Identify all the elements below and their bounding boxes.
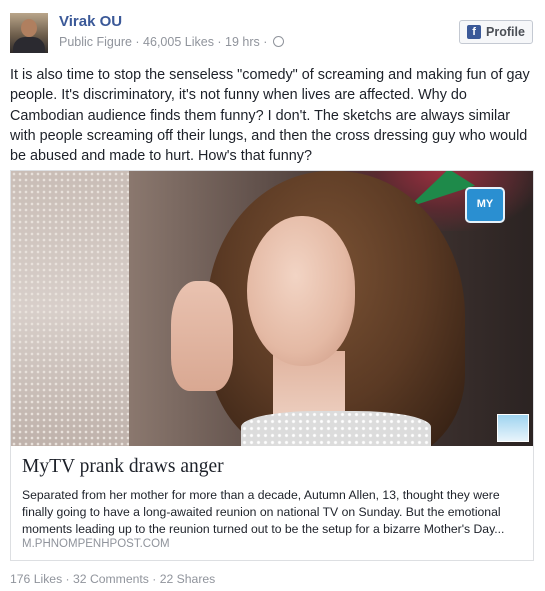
author-name[interactable]: Virak OU bbox=[59, 13, 122, 30]
dress-shape bbox=[241, 411, 431, 446]
author-avatar[interactable] bbox=[10, 13, 48, 53]
link-domain: M.PHNOMPENHPOST.COM bbox=[22, 538, 170, 550]
link-preview-image[interactable]: MY bbox=[11, 171, 533, 446]
engagement-stats[interactable]: 176 Likes · 32 Comments · 22 Shares bbox=[10, 572, 215, 586]
avatar-shoulders-shape bbox=[13, 37, 45, 53]
post-header: Virak OU Public Figure · 46,005 Likes · … bbox=[0, 0, 545, 62]
face-shape bbox=[247, 216, 355, 366]
profile-button-label: Profile bbox=[486, 25, 525, 39]
post-meta: Public Figure · 46,005 Likes · 19 hrs · bbox=[59, 35, 284, 49]
avatar-head-shape bbox=[21, 19, 37, 37]
corner-watermark-icon bbox=[497, 414, 529, 442]
hand-shape bbox=[171, 281, 233, 391]
link-preview-card[interactable]: MY MyTV prank draws anger Separated from… bbox=[10, 170, 534, 561]
mytv-logo-icon: MY bbox=[465, 187, 505, 223]
post-text: It is also time to stop the senseless "c… bbox=[10, 67, 530, 165]
link-title[interactable]: MyTV prank draws anger bbox=[22, 456, 522, 478]
post-meta-text: Public Figure · 46,005 Likes · 19 hrs · bbox=[59, 35, 268, 49]
globe-icon[interactable] bbox=[272, 36, 284, 47]
link-description: Separated from her mother for more than … bbox=[22, 488, 505, 536]
profile-button[interactable]: f Profile bbox=[459, 20, 533, 44]
facebook-f-icon: f bbox=[467, 25, 482, 39]
sparkle-curtain bbox=[11, 171, 129, 446]
